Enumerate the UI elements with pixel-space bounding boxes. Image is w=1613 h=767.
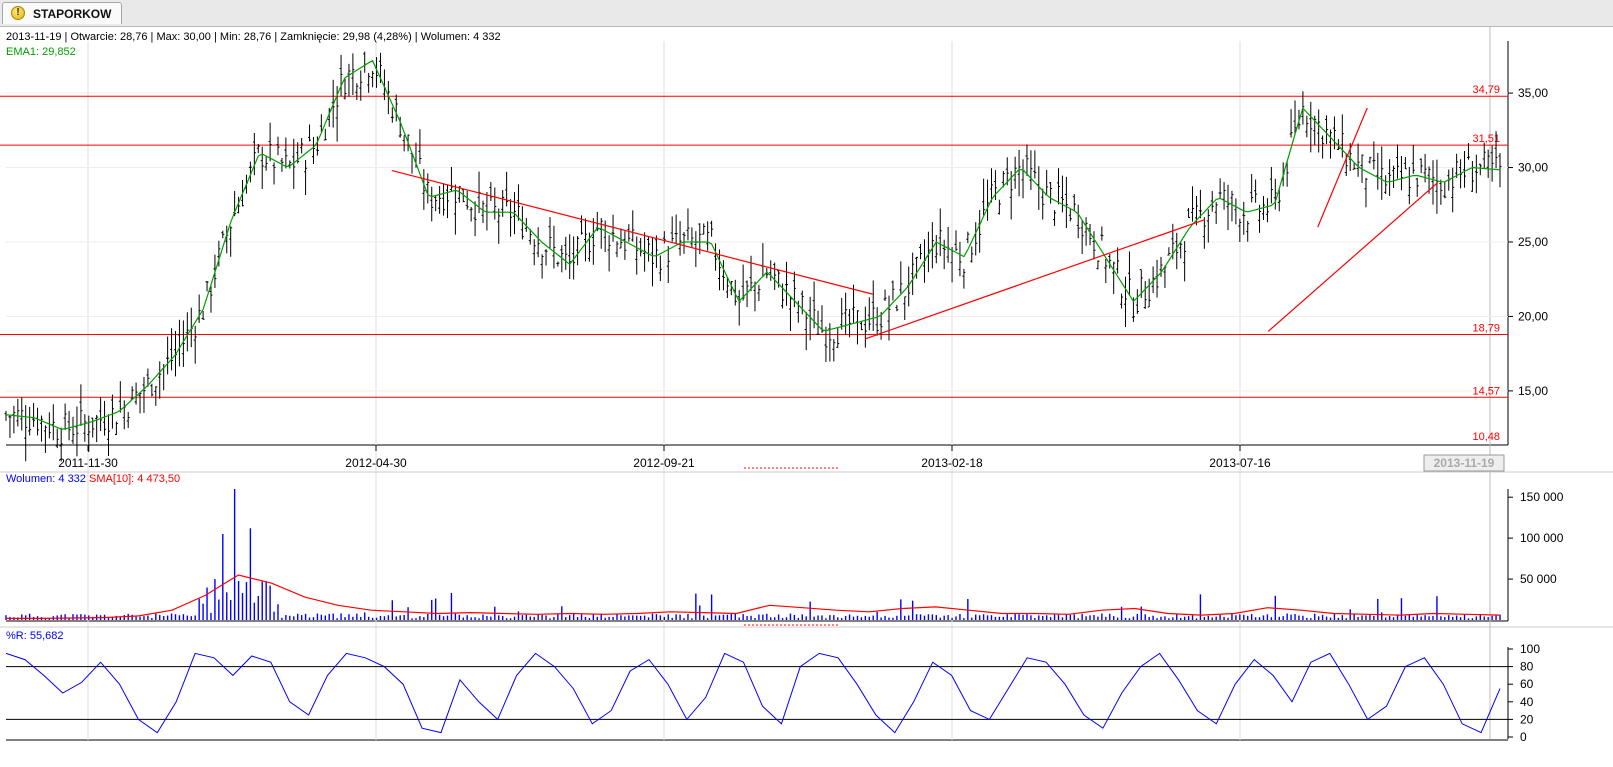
- change-value: (4,28%): [373, 31, 412, 43]
- tab-label: STAPORKOW: [33, 7, 112, 21]
- volume-value: 4 332: [473, 31, 501, 43]
- ema-info: EMA1: 29,852: [6, 46, 76, 58]
- open-value: 28,76: [119, 31, 148, 43]
- volume-label: Wolumen:: [420, 31, 471, 43]
- x-tick-label: 2012-04-30: [345, 456, 407, 470]
- level-label: 10,48: [1472, 431, 1500, 443]
- volume-y-tick-label: 100 000: [1520, 531, 1564, 545]
- ema-line: [5, 59, 1501, 430]
- wr-y-tick-label: 40: [1520, 695, 1534, 709]
- tab-bar: ! STAPORKOW: [0, 0, 1613, 27]
- sma-label: SMA[10]:: [88, 473, 135, 485]
- close-label: Zamknięcie:: [280, 31, 340, 43]
- trendline: [1267, 181, 1439, 332]
- info-date: 2013-11-19: [6, 31, 62, 43]
- level-label: 34,79: [1472, 84, 1500, 96]
- level-label: 14,57: [1472, 385, 1500, 397]
- ema-value: 29,852: [42, 46, 76, 58]
- x-tick-label: 2012-09-21: [633, 456, 695, 470]
- price-chart-svg[interactable]: 2011-11-30 2012-04-30 2012-09-21 2013-02-18…: [0, 27, 1613, 767]
- wr-line: [5, 652, 1501, 734]
- wr-y-tick-label: 60: [1520, 677, 1534, 691]
- volume-info: Wolumen: 4 332 SMA[10]: 4 473,50: [6, 473, 180, 485]
- max-value: 30,00: [183, 31, 211, 43]
- close-value: 29,98: [342, 31, 371, 43]
- wr-value: 55,682: [29, 630, 64, 642]
- price-y-tick-label: 15,00: [1518, 384, 1548, 398]
- volume-y-tick-label: 50 000: [1520, 572, 1557, 586]
- wr-info: %R: 55,682: [6, 630, 64, 642]
- sma-value: 4 473,50: [137, 473, 181, 485]
- wr-y-tick-label: 100: [1520, 642, 1540, 656]
- wr-label: %R:: [6, 630, 27, 642]
- chart-area[interactable]: 2011-11-30 2012-04-30 2012-09-21 2013-02-18…: [0, 27, 1613, 767]
- price-y-tick-label: 30,00: [1518, 161, 1548, 175]
- ohlc-info: 2013-11-19 | Otwarcie: 28,76 | Max: 30,0…: [6, 31, 501, 43]
- level-label: 18,79: [1472, 322, 1500, 334]
- x-tick-label: 2013-07-16: [1209, 456, 1271, 470]
- x-tick-label: 2013-02-18: [921, 456, 983, 470]
- min-label: Min:: [219, 31, 241, 43]
- trendline: [865, 219, 1205, 340]
- wr-y-tick-label: 80: [1520, 660, 1534, 674]
- price-y-tick-label: 25,00: [1518, 235, 1548, 249]
- wr-y-tick-label: 20: [1520, 712, 1534, 726]
- open-label: Otwarcie:: [70, 31, 117, 43]
- warning-icon: !: [11, 6, 25, 20]
- x-tick-label: 2011-11-30: [58, 456, 118, 470]
- tab-staporkow[interactable]: ! STAPORKOW: [2, 2, 122, 24]
- min-value: 28,76: [243, 31, 272, 43]
- ema-label: EMA1:: [6, 46, 40, 58]
- volume-y-tick-label: 150 000: [1520, 490, 1564, 504]
- cursor-date-label: 2013-11-19: [1434, 456, 1495, 470]
- volume-panel-label: Wolumen:: [6, 473, 56, 485]
- volume-panel-value: 4 332: [58, 473, 86, 485]
- trendline: [391, 169, 873, 295]
- wr-y-tick-label: 0: [1520, 730, 1527, 744]
- price-y-tick-label: 20,00: [1518, 309, 1548, 323]
- price-y-tick-label: 35,00: [1518, 86, 1548, 100]
- max-label: Max:: [156, 31, 181, 43]
